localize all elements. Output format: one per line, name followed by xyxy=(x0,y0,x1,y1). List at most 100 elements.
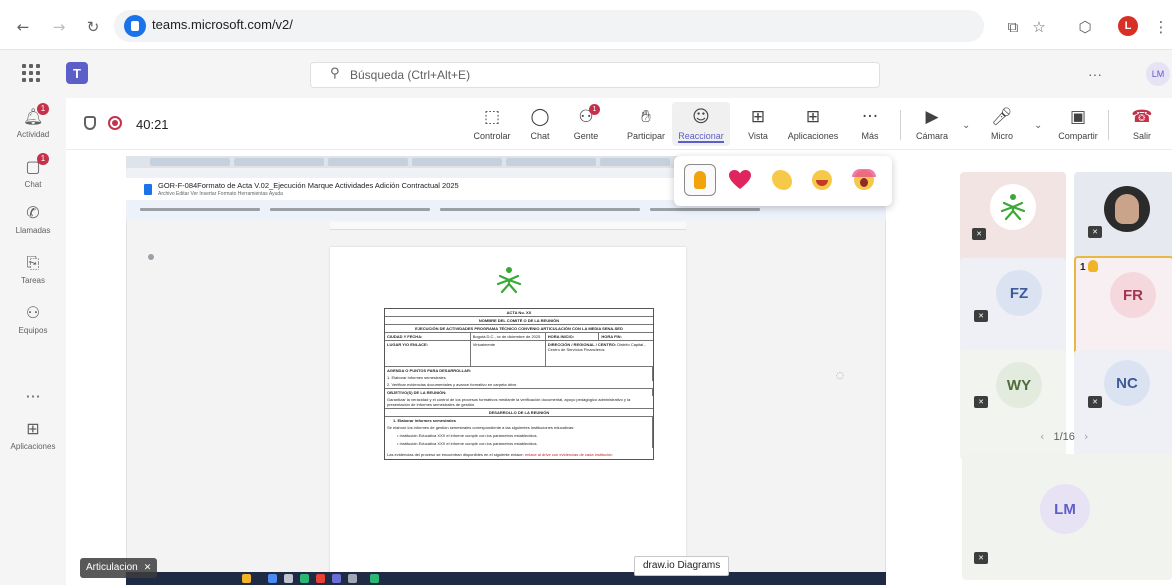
camera-label: Cámara xyxy=(915,131,948,141)
user-avatar[interactable]: LM xyxy=(1146,62,1170,86)
doc-toolbar-tools xyxy=(140,208,260,211)
rail-item-tareas[interactable]: ⎘ Tareas xyxy=(0,244,66,294)
heart-reaction-button[interactable] xyxy=(724,164,756,196)
laugh-reaction-button[interactable] xyxy=(806,164,838,196)
shared-tab xyxy=(412,158,502,166)
mic-chevron-icon[interactable]: ⌄ xyxy=(1034,120,1042,131)
taskbar-app-icon xyxy=(268,574,277,583)
pager-prev-icon[interactable]: ‹ xyxy=(1040,430,1044,443)
pager-next-icon[interactable]: › xyxy=(1084,430,1088,443)
doc-menu: Archivo Editar Ver Insertar Formato Herr… xyxy=(158,191,283,197)
participant-avatar-fz: FZ xyxy=(996,270,1042,316)
forward-arrow-icon[interactable]: → xyxy=(46,14,72,40)
rail-item-chat[interactable]: ▢ 1 Chat xyxy=(0,148,66,198)
participant-avatar-wy: WY xyxy=(996,362,1042,408)
acta-table: ACTA No. XX NOMBRE DEL COMITÉ O DE LA RE… xyxy=(384,308,654,460)
mic-muted-icon: ✕ xyxy=(974,552,988,564)
rail-item-aplicaciones[interactable]: ⊞ Aplicaciones xyxy=(0,410,66,460)
doc-ruler xyxy=(330,222,686,230)
raised-hand-icon xyxy=(1088,260,1098,272)
like-icon xyxy=(694,171,706,189)
participant-tile[interactable]: NC ✕ xyxy=(1074,350,1172,460)
app-launcher-icon[interactable] xyxy=(22,64,40,82)
doc-toolbar-tools xyxy=(440,208,640,211)
city-value: Bogotá D.C., xx de diciembre de 2025 xyxy=(471,333,546,340)
browser-profile-avatar[interactable]: L xyxy=(1118,16,1138,36)
place-value: Virtualmente xyxy=(471,341,546,366)
agenda-item: 1. Elaborar informes semestrales xyxy=(385,374,653,381)
gallery-pager: ‹ 1/16 › xyxy=(1040,430,1088,443)
react-button[interactable]: ☺ Reaccionar xyxy=(672,102,730,146)
rail-label: Llamadas xyxy=(15,226,51,235)
reload-icon[interactable]: ↻ xyxy=(80,14,106,40)
raise-hand-button[interactable]: ✋︎ Participar xyxy=(620,102,672,146)
shared-tab xyxy=(234,158,324,166)
activity-badge: 1 xyxy=(37,103,49,115)
self-tile[interactable]: LM ✕ xyxy=(962,454,1172,580)
development-title: DESARROLLO DE LA REUNIÓN xyxy=(488,410,550,415)
taskbar-app-icon xyxy=(332,574,341,583)
leave-button[interactable]: ☎ Salir xyxy=(1116,102,1168,146)
self-name-text: Articulacion xyxy=(86,562,138,573)
start-time-label: HORA INICIO: xyxy=(546,333,600,340)
phone-icon: ✆ xyxy=(26,203,40,222)
install-app-icon[interactable]: ⧉ xyxy=(1000,14,1026,40)
teams-meeting-window: ← → ↻ teams.microsoft.com/v2/ ⧉ ☆ ⬡ L ⋮ … xyxy=(0,0,1172,585)
rail-item-llamadas[interactable]: ✆ Llamadas xyxy=(0,194,66,244)
add-app-icon: ⊞ xyxy=(805,107,821,127)
surprised-reaction-button[interactable] xyxy=(848,164,880,196)
rail-item-actividad[interactable]: 🔔︎ 1 Actividad xyxy=(0,98,66,148)
rail-label: Equipos xyxy=(18,326,48,335)
self-avatar: LM xyxy=(1040,484,1090,534)
participant-tile[interactable]: WY ✕ xyxy=(960,350,1066,460)
shared-tab xyxy=(600,158,670,166)
camera-chevron-icon[interactable]: ⌄ xyxy=(962,120,970,131)
people-button[interactable]: ⚇ 1 Gente xyxy=(560,102,612,146)
mic-off-icon: 🎤︎ xyxy=(991,107,1013,127)
view-button[interactable]: ⊞ Vista xyxy=(732,102,784,146)
rail-label: Actividad xyxy=(16,130,50,139)
taskbar-app-icon xyxy=(242,574,251,583)
apps-icon: ⊞ xyxy=(26,419,40,438)
chat-button[interactable]: ◯ Chat xyxy=(514,102,566,146)
camera-button[interactable]: ▶ Cámara xyxy=(906,102,958,146)
mic-muted-icon: ✕ xyxy=(972,228,986,240)
rail-item-equipos[interactable]: ⚇ Equipos xyxy=(0,294,66,344)
share-button[interactable]: ▣ Compartir xyxy=(1050,102,1106,146)
mic-muted-icon: ✕ xyxy=(974,310,988,322)
mic-muted-icon: ✕ xyxy=(1088,226,1102,238)
clap-reaction-button[interactable] xyxy=(766,164,798,196)
bookmark-star-icon[interactable]: ☆ xyxy=(1026,14,1052,40)
rail-item-more[interactable]: ··· xyxy=(0,382,66,412)
rail-label: Tareas xyxy=(20,276,45,285)
apps-button[interactable]: ⊞ Aplicaciones xyxy=(782,102,844,146)
clipboard-icon: ⎘ xyxy=(26,253,40,272)
extensions-icon[interactable]: ⬡ xyxy=(1072,14,1098,40)
evidence-text: Las evidencias del proceso se encuentran… xyxy=(387,452,524,457)
bullet-item: Institución Educativa XXX el informe cum… xyxy=(399,433,538,438)
more-button[interactable]: ··· Más xyxy=(846,102,894,146)
doc-toolbar-tools xyxy=(650,208,760,211)
place-label: LUGAR Y/O ENLACE: xyxy=(385,341,471,366)
raise-hand-label: Participar xyxy=(626,131,665,141)
camera-off-icon: ▶ xyxy=(925,107,939,127)
site-info-icon[interactable] xyxy=(124,15,146,37)
mic-button[interactable]: 🎤︎ Micro xyxy=(976,102,1028,146)
shared-tab xyxy=(506,158,596,166)
agenda-item: 2. Verificar evidencias documentales y a… xyxy=(387,382,518,387)
browser-menu-icon[interactable]: ⋮ xyxy=(1148,14,1172,40)
meeting-timer: 40:21 xyxy=(136,117,169,132)
url-text[interactable]: teams.microsoft.com/v2/ xyxy=(152,17,293,32)
chat-icon: ▢ 1 xyxy=(23,153,49,177)
shield-icon[interactable] xyxy=(84,116,96,130)
control-button[interactable]: ⬚ Controlar xyxy=(466,102,518,146)
heart-icon xyxy=(729,170,751,189)
chat-bubble-icon: ◯ xyxy=(530,107,550,127)
cursor-indicator-icon: ◌ xyxy=(836,371,844,381)
taskbar-app-icon xyxy=(316,574,325,583)
self-name-label: Articulacion ✕ xyxy=(80,558,158,578)
back-arrow-icon[interactable]: ← xyxy=(10,14,36,40)
like-reaction-button[interactable] xyxy=(684,164,716,196)
apps-label: Aplicaciones xyxy=(787,131,839,141)
settings-more-icon[interactable]: ··· xyxy=(1088,66,1102,82)
